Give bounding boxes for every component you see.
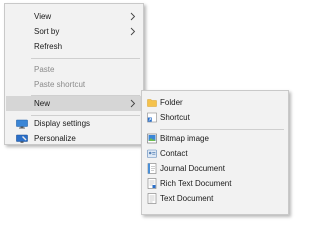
submenu-item-bitmap-image[interactable]: Bitmap image: [142, 131, 288, 146]
display-settings-icon: [16, 119, 28, 129]
submenu-item-shortcut[interactable]: Shortcut: [142, 110, 288, 125]
submenu-item-text-document-label: Text Document: [160, 194, 214, 203]
submenu-item-bitmap-image-label: Bitmap image: [160, 134, 209, 143]
menu-item-display-settings-label: Display settings: [34, 119, 91, 128]
menu-item-view[interactable]: View: [5, 9, 143, 24]
submenu-item-folder-label: Folder: [160, 98, 183, 107]
menu-item-paste[interactable]: Paste: [5, 62, 143, 77]
submenu-item-shortcut-label: Shortcut: [160, 113, 190, 122]
submenu-item-folder[interactable]: Folder: [142, 95, 288, 110]
personalize-icon: [16, 134, 28, 143]
desktop-context-menu: View Sort by Refresh Paste Paste shortcu…: [4, 3, 144, 145]
contact-icon: [147, 149, 157, 158]
submenu-separator: [160, 129, 284, 130]
menu-separator: [31, 58, 140, 59]
menu-item-sort-by[interactable]: Sort by: [5, 24, 143, 39]
submenu-item-contact-label: Contact: [160, 149, 188, 158]
menu-item-personalize[interactable]: Personalize: [5, 131, 143, 146]
menu-item-new-label: New: [34, 99, 51, 108]
menu-item-paste-label: Paste: [34, 65, 55, 74]
menu-item-new[interactable]: New: [6, 96, 142, 111]
menu-item-refresh-label: Refresh: [34, 42, 63, 51]
menu-item-refresh[interactable]: Refresh: [5, 39, 143, 54]
text-document-icon: [147, 193, 157, 204]
menu-item-view-label: View: [34, 12, 52, 21]
menu-item-display-settings[interactable]: Display settings: [5, 116, 143, 131]
chevron-right-icon: [130, 27, 136, 36]
new-submenu: Folder Shortcut Bitmap image Contact Jou…: [141, 90, 289, 215]
shortcut-icon: [147, 112, 157, 123]
chevron-right-icon: [130, 99, 136, 108]
submenu-item-rich-text-document[interactable]: Rich Text Document: [142, 176, 288, 191]
folder-icon: [147, 99, 157, 107]
submenu-item-contact[interactable]: Contact: [142, 146, 288, 161]
journal-document-icon: [147, 163, 157, 174]
menu-item-paste-shortcut[interactable]: Paste shortcut: [5, 77, 143, 92]
submenu-item-journal-document-label: Journal Document: [160, 164, 225, 173]
submenu-item-text-document[interactable]: Text Document: [142, 191, 288, 206]
submenu-item-journal-document[interactable]: Journal Document: [142, 161, 288, 176]
bitmap-image-icon: [147, 133, 157, 144]
menu-item-paste-shortcut-label: Paste shortcut: [34, 80, 86, 89]
menu-item-sort-by-label: Sort by: [34, 27, 60, 36]
rich-text-document-icon: [147, 178, 157, 189]
submenu-item-rich-text-document-label: Rich Text Document: [160, 179, 232, 188]
menu-item-personalize-label: Personalize: [34, 134, 76, 143]
chevron-right-icon: [130, 12, 136, 21]
